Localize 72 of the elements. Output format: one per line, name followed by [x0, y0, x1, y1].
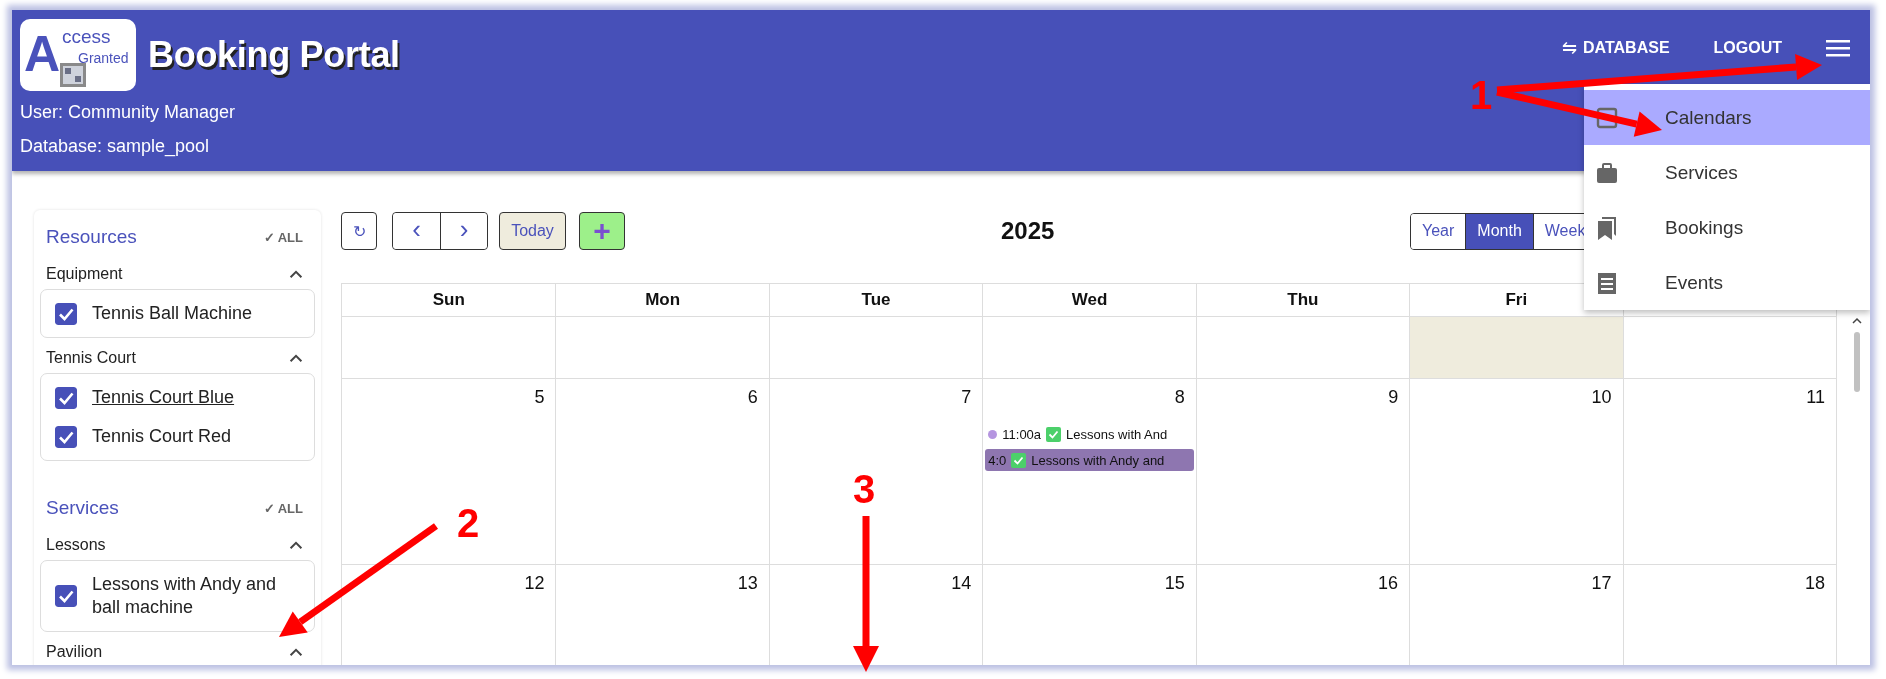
menu-icon[interactable]	[1826, 39, 1850, 57]
event-title: Lessons with Andy and	[1031, 452, 1165, 468]
refresh-button[interactable]: ↻	[341, 212, 377, 250]
select-all-button[interactable]: ✓ ALL	[263, 500, 303, 516]
date-number: 14	[951, 573, 973, 595]
date-number: 17	[1591, 573, 1613, 595]
event-block[interactable]: 4:0 Lessons with Andy and	[985, 449, 1194, 471]
collapse-icon[interactable]	[289, 353, 303, 363]
weekday-header: Mon	[555, 284, 769, 316]
checkbox[interactable]	[55, 302, 77, 325]
menu-item[interactable]: Calendars	[1584, 90, 1870, 145]
checkbox[interactable]	[55, 585, 77, 607]
date-number: 8	[1174, 387, 1186, 409]
annotation-number: 1	[1470, 73, 1493, 117]
date-number: 13	[737, 573, 759, 595]
collapse-icon[interactable]	[289, 269, 303, 279]
event-time: 4:0	[988, 452, 1007, 468]
weekday-header: Thu	[1195, 284, 1410, 316]
section-title: Resources	[46, 226, 137, 248]
group-label: Lessons	[46, 536, 106, 554]
menu-item[interactable]: Events	[1584, 255, 1870, 310]
collapse-icon[interactable]	[289, 647, 303, 657]
date-number: 6	[747, 387, 759, 409]
logo-letter: A	[24, 26, 61, 82]
section-title: Services	[46, 497, 119, 519]
select-all-button[interactable]: ✓ ALL	[263, 229, 303, 245]
logout-button[interactable]: LOGOUT	[1713, 39, 1782, 57]
date-number: 5	[534, 387, 546, 409]
checkbox[interactable]	[55, 425, 77, 448]
bookmark-icon	[1596, 215, 1618, 240]
event-time: 11:00a	[1002, 426, 1042, 442]
calendar-icon	[1596, 105, 1618, 130]
menu-item[interactable]: Bookings	[1584, 200, 1870, 255]
date-number: 7	[961, 387, 973, 409]
app-title: Booking Portal	[148, 34, 400, 76]
date-number: 15	[1164, 573, 1186, 595]
date-number: 12	[524, 573, 546, 595]
logo-text: Granted	[78, 50, 129, 66]
annotation-number: 3	[853, 467, 876, 511]
calendar-title: 2025	[1001, 217, 1055, 245]
weekday-header: Tue	[768, 284, 983, 316]
database-button[interactable]: ⇋ DATABASE	[1562, 37, 1670, 59]
view-tab[interactable]: Month	[1465, 213, 1533, 249]
weekday-header: Wed	[982, 284, 1196, 316]
menu-item[interactable]: Services	[1584, 145, 1870, 200]
date-number: 9	[1388, 387, 1400, 409]
date-number: 16	[1378, 573, 1400, 595]
weekday-header: Sun	[431, 289, 466, 311]
user-label: User: Community Manager	[20, 103, 236, 121]
list-icon	[1596, 270, 1618, 295]
logo-text: ccess	[62, 26, 111, 47]
briefcase-icon	[1596, 160, 1618, 185]
database-label: Database: sample_pool	[20, 137, 210, 155]
group-label: Tennis Court	[46, 349, 136, 367]
date-number: 10	[1591, 387, 1613, 409]
today-button[interactable]: Today	[499, 212, 566, 250]
item-label: Tennis Court Red	[92, 425, 232, 448]
group-label: Equipment	[46, 265, 123, 283]
swap-icon: ⇋	[1562, 37, 1578, 59]
checkbox[interactable]	[55, 386, 77, 409]
qr-frame-icon	[60, 63, 86, 87]
item-label: Tennis Ball Machine	[92, 302, 253, 325]
date-number: 11	[1806, 387, 1826, 409]
item-label: Lessons with Andy and ball machine	[92, 573, 278, 619]
item-label: Tennis Court Blue	[92, 386, 235, 409]
date-number: 18	[1804, 573, 1826, 595]
next-button[interactable]: ›	[440, 213, 487, 249]
group-label: Pavilion	[46, 643, 103, 661]
annotation-number: 2	[457, 501, 480, 545]
event-title: Lessons with And	[1066, 426, 1168, 442]
add-button[interactable]: +	[579, 212, 625, 250]
collapse-icon[interactable]	[289, 540, 303, 550]
